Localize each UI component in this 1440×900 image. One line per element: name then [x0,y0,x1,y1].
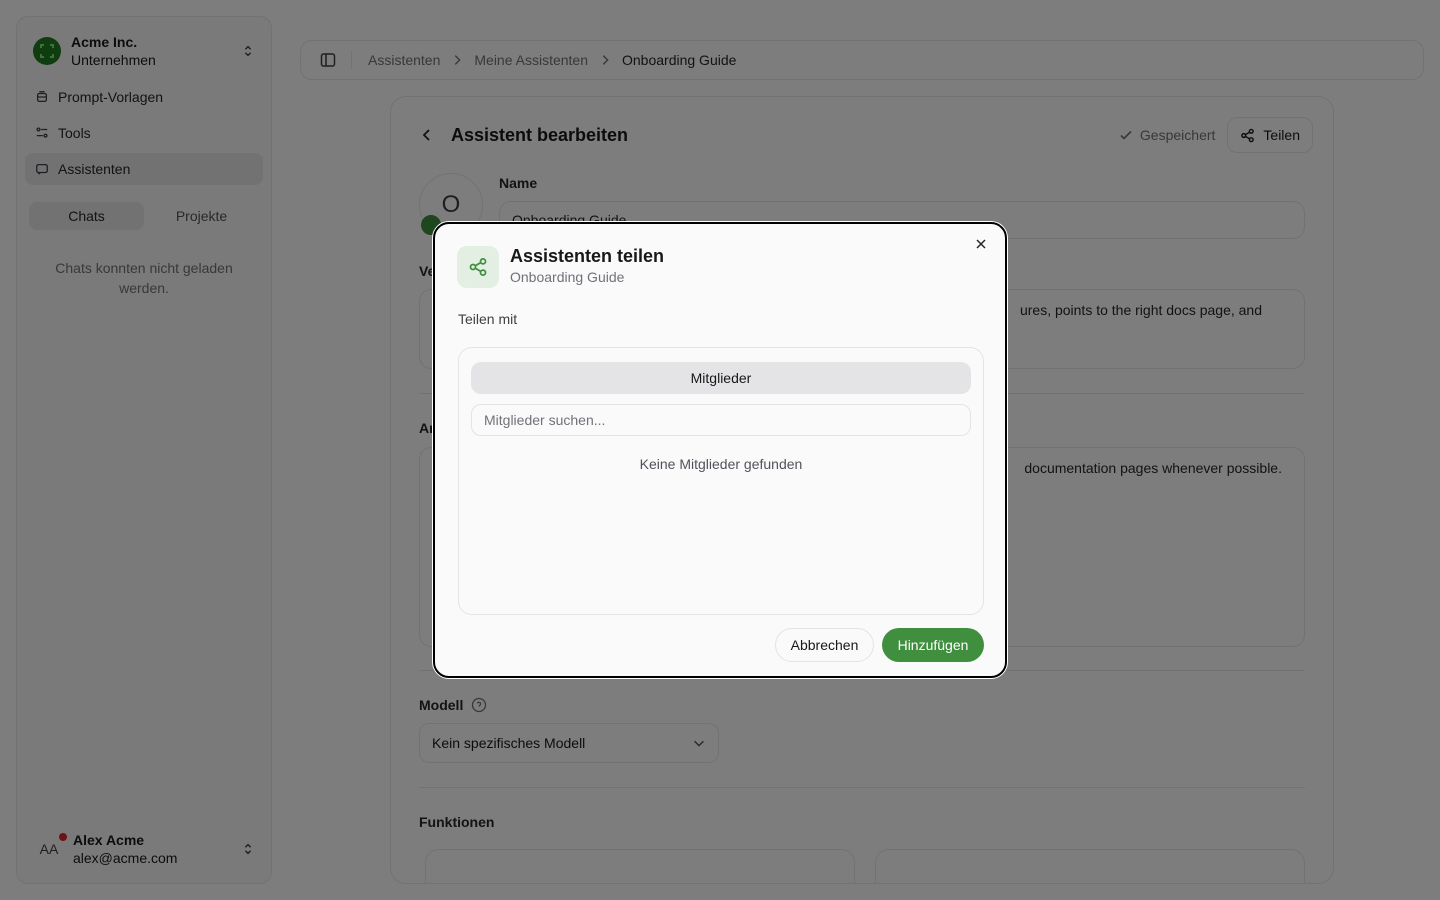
dialog-subtitle: Onboarding Guide [510,269,625,285]
empty-state-text: Keine Mitglieder gefunden [639,456,803,472]
close-icon[interactable] [973,236,989,252]
add-button[interactable]: Hinzufügen [882,628,984,662]
dialog-title: Assistenten teilen [510,246,665,266]
cancel-button[interactable]: Abbrechen [775,628,874,662]
share-with-label: Teilen mit [458,311,518,327]
share-dialog: Assistenten teilen Onboarding Guide Teil… [433,222,1007,678]
member-search-input[interactable] [471,404,971,436]
share-icon [457,246,499,288]
members-panel: Mitglieder Keine Mitglieder gefunden [458,347,984,615]
tab-mitglieder[interactable]: Mitglieder [471,362,971,394]
